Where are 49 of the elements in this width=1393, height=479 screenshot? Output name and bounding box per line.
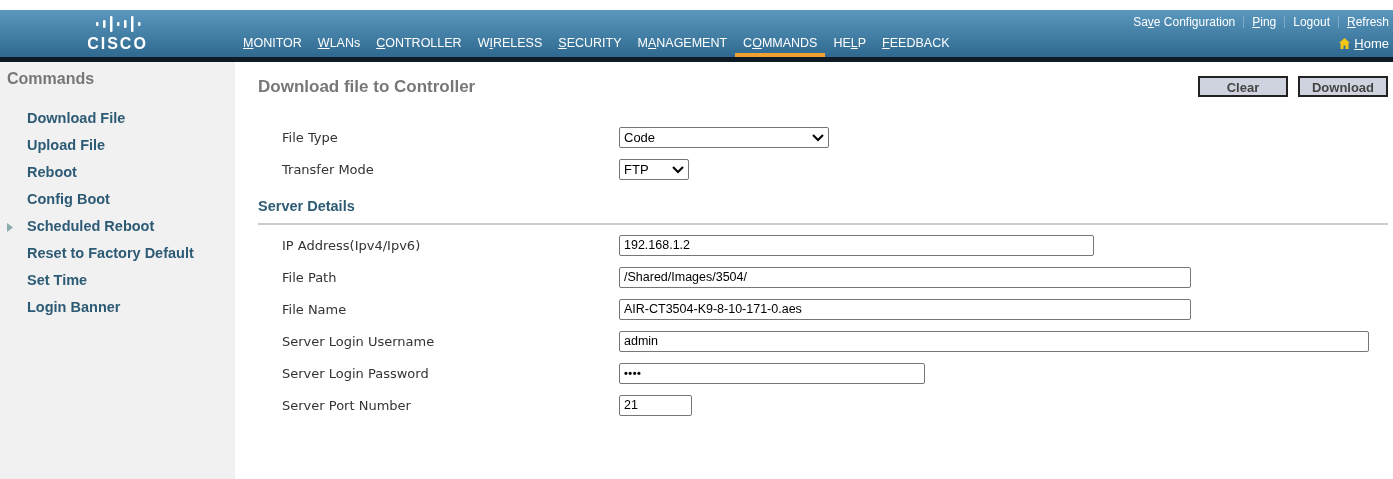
- expand-arrow-icon: [7, 223, 13, 232]
- menu-tab[interactable]: WIRELESS: [469, 34, 551, 57]
- input-field[interactable]: 21: [619, 394, 692, 416]
- menu-tab[interactable]: HELP: [825, 34, 875, 57]
- field-label: Server Login Password: [282, 364, 430, 383]
- field-label: File Type: [282, 128, 339, 147]
- menu-tab[interactable]: MANAGEMENT: [629, 34, 736, 57]
- field-label: Server Port Number: [282, 396, 412, 415]
- password-field[interactable]: ••••: [619, 362, 925, 384]
- sidebar-item[interactable]: Upload File: [27, 138, 207, 153]
- dropdown[interactable]: Code: [619, 127, 829, 148]
- logo-bars-icon: [93, 15, 142, 32]
- menu-tab[interactable]: WLANs: [309, 34, 369, 57]
- header-link[interactable]: Logout: [1293, 13, 1330, 31]
- clear-button[interactable]: Clear: [1198, 76, 1288, 98]
- field-label: Server Login Username: [282, 332, 436, 351]
- sidebar-item[interactable]: Login Banner: [27, 300, 207, 315]
- page-title: Download file to Controller: [258, 76, 476, 98]
- menu-tab[interactable]: CONTROLLER: [368, 34, 470, 57]
- logo-text: CISCO: [87, 35, 148, 52]
- sidebar-item[interactable]: Reset to Factory Default: [27, 246, 207, 261]
- input-field[interactable]: admin: [619, 330, 1369, 352]
- field-label: IP Address(Ipv4/Ipv6): [282, 236, 422, 255]
- sidebar-item[interactable]: Download File: [27, 111, 207, 126]
- download-button[interactable]: Download: [1298, 76, 1388, 98]
- sidebar-item[interactable]: Reboot: [27, 165, 207, 180]
- house-icon: [1339, 38, 1351, 49]
- sidebar-item[interactable]: Config Boot: [27, 192, 207, 207]
- menu-tab[interactable]: COMMANDS: [735, 34, 826, 57]
- header-link[interactable]: Refresh: [1346, 13, 1389, 31]
- home-link[interactable]: Home: [1339, 34, 1393, 57]
- field-label: Transfer Mode: [282, 160, 375, 179]
- menu-tab[interactable]: SECURITY: [550, 34, 630, 57]
- field-label: File Path: [282, 268, 338, 287]
- chevron-down-icon: [812, 133, 824, 142]
- header-link[interactable]: Save Configuration: [1133, 13, 1236, 31]
- header-link[interactable]: Ping: [1252, 13, 1277, 31]
- input-field[interactable]: /Shared/Images/3504/: [619, 266, 1191, 288]
- field-label: File Name: [282, 300, 348, 319]
- input-field[interactable]: AIR-CT3504-K9-8-10-171-0.aes: [619, 298, 1191, 320]
- menu-tab[interactable]: FEEDBACK: [874, 34, 958, 57]
- sidebar-item[interactable]: Set Time: [27, 273, 207, 288]
- menu-tab[interactable]: MONITOR: [235, 34, 310, 57]
- section-heading: Server Details: [258, 195, 1388, 226]
- dropdown[interactable]: FTP: [619, 159, 689, 180]
- input-field[interactable]: 192.168.1.2: [619, 234, 1094, 256]
- sidebar-item[interactable]: Scheduled Reboot: [27, 219, 207, 234]
- chevron-down-icon: [672, 165, 684, 174]
- sidebar-title: Commands: [7, 69, 96, 89]
